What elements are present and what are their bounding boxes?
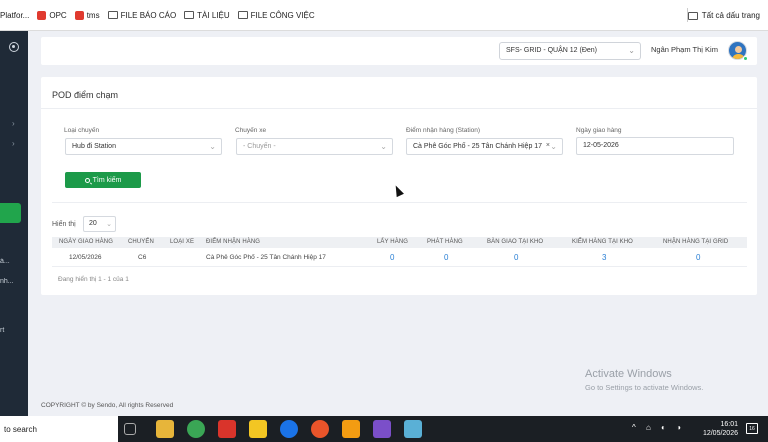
cell-check[interactable]: 3 [602, 253, 606, 262]
app-icon [37, 10, 47, 20]
cell-date: 12/05/2026 [69, 254, 102, 261]
column-header[interactable]: NHẬN HÀNG TẠI GRID [663, 239, 728, 245]
cell-station: Cà Phê Góc Phố - 25 Tân Chánh Hiệp 17 [206, 254, 326, 261]
app-icon[interactable] [342, 420, 360, 438]
column-header[interactable]: LẤY HÀNG [377, 239, 408, 245]
chevron-down-icon: ⌄ [380, 142, 387, 151]
chrome-icon[interactable] [187, 420, 205, 438]
bookmarks-bar: Platfor... OPC tms FILE BÁO CÁO TÀI LIỆU… [0, 0, 768, 31]
bookmark-file-bao-cao[interactable]: FILE BÁO CÁO [107, 11, 176, 20]
chevron-right-icon[interactable]: › [12, 119, 15, 128]
bookmark-tai-lieu[interactable]: TÀI LIỆU [184, 11, 230, 20]
top-header: SFS- GRID - QUẬN 12 (Đen) ⌄ Ngân Phạm Th… [41, 37, 757, 65]
sidebar: › › á... nh... rt [0, 31, 28, 416]
trip-label: Chuyến xe [235, 127, 267, 134]
sticky-notes-icon[interactable] [249, 420, 267, 438]
wps-icon[interactable] [218, 420, 236, 438]
taskbar: to search ^ ⌂ ◐ ◑ 16:01 12/05/2026 16 [0, 416, 768, 442]
column-header[interactable]: PHÁT HÀNG [427, 239, 463, 245]
route-type-label: Loại chuyến [64, 127, 100, 134]
footer-copyright: COPYRIGHT © by Sendo, All rights Reserve… [41, 402, 174, 409]
file-explorer-icon[interactable] [156, 420, 174, 438]
trip-select[interactable]: - Chuyến - ⌄ [236, 138, 393, 155]
sidebar-item-label[interactable]: rt [0, 327, 28, 334]
bookmark-tms[interactable]: tms [74, 10, 100, 20]
app-icon [74, 10, 84, 20]
sidebar-item-label[interactable]: á... [0, 258, 28, 265]
sidebar-item-label[interactable]: nh... [0, 278, 28, 285]
chevron-down-icon: ⌄ [209, 142, 216, 151]
station-label: Điểm nhận hàng (Station) [406, 127, 481, 134]
online-status-dot [743, 56, 748, 61]
region-select[interactable]: SFS- GRID - QUẬN 12 (Đen) ⌄ [499, 42, 641, 60]
chevron-down-icon: ⌄ [550, 142, 557, 151]
page-size-select[interactable]: 20 ⌄ [83, 216, 116, 232]
column-header[interactable]: CHUYẾN [128, 239, 154, 245]
all-bookmarks[interactable]: Tất cả dấu trang [687, 11, 760, 20]
taskbar-search[interactable]: to search [0, 416, 118, 442]
page-size-label: Hiển thị [52, 221, 76, 228]
cell-trip: C6 [138, 254, 147, 261]
bookmark-opc[interactable]: OPC [37, 10, 67, 20]
cell-delivery[interactable]: 0 [444, 253, 448, 262]
search-icon [84, 177, 90, 183]
date-input[interactable]: 12-05-2026 [576, 137, 734, 155]
chevron-down-icon: ⌄ [106, 221, 112, 228]
divider [52, 266, 747, 267]
divider [52, 202, 747, 203]
app-icon[interactable] [373, 420, 391, 438]
cell-handover[interactable]: 0 [514, 253, 518, 262]
page-title: POD điểm chạm [52, 90, 119, 100]
gear-icon[interactable] [9, 42, 19, 52]
activation-watermark: Activate Windows Go to Settings to activ… [585, 368, 704, 392]
clock[interactable]: 16:01 12/05/2026 [703, 420, 738, 438]
zalo-icon[interactable] [280, 420, 298, 438]
cell-receive[interactable]: 0 [696, 253, 700, 262]
bookmark-platform[interactable]: Platfor... [0, 11, 29, 20]
date-label: Ngày giao hàng [576, 127, 622, 134]
column-header[interactable]: BÀN GIAO TẠI KHO [487, 239, 543, 245]
bookmark-file-cong-viec[interactable]: FILE CÔNG VIỆC [237, 11, 315, 20]
user-name[interactable]: Ngân Phạm Thị Kim [651, 45, 718, 54]
system-tray[interactable]: ^ ⌂ ◐ ◑ [632, 423, 685, 432]
column-header[interactable]: ĐIỂM NHẬN HÀNG [206, 239, 260, 245]
chevron-right-icon[interactable]: › [12, 139, 15, 148]
folder-icon [107, 11, 118, 19]
chevron-down-icon: ⌄ [628, 46, 635, 55]
route-type-select[interactable]: Hub đi Station ⌄ [65, 138, 222, 155]
cell-pickup[interactable]: 0 [390, 253, 394, 262]
pagination-info: Đang hiển thị 1 - 1 của 1 [58, 276, 129, 283]
app-icon[interactable] [404, 420, 422, 438]
folder-icon [237, 11, 248, 19]
search-button[interactable]: Tìm kiếm [65, 172, 141, 188]
station-select[interactable]: Cà Phê Góc Phố - 25 Tân Chánh Hiệp 17 × … [406, 138, 563, 155]
column-header[interactable]: KIỂM HÀNG TẠI KHO [572, 239, 633, 245]
folder-icon [687, 11, 698, 20]
divider [41, 108, 757, 109]
app-icon[interactable] [311, 420, 329, 438]
sidebar-item-active[interactable] [0, 203, 21, 223]
folder-icon [184, 11, 195, 19]
column-header[interactable]: LOẠI XE [170, 239, 194, 245]
column-header[interactable]: NGÀY GIAO HÀNG [59, 239, 113, 245]
notification-icon[interactable]: 16 [746, 423, 758, 434]
task-view-icon[interactable] [124, 423, 136, 435]
